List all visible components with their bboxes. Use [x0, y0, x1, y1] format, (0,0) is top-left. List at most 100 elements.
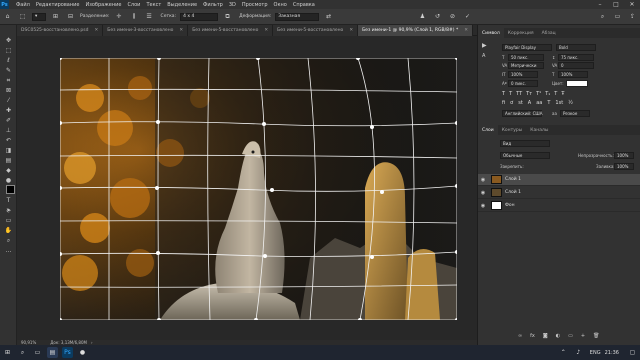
tab-close-icon[interactable]: ✕ [349, 28, 353, 33]
crop-tool-icon[interactable]: ⌗ [3, 76, 14, 85]
tracking-field[interactable]: 0 [558, 62, 594, 69]
trash-icon[interactable]: 🗑 [593, 333, 599, 339]
visibility-eye-icon[interactable]: ◉ [478, 177, 488, 183]
layer-filter-select[interactable]: Вид [500, 140, 550, 147]
fx-icon[interactable]: fx [530, 333, 535, 339]
menu-item-edit[interactable]: Редактирование [33, 2, 83, 8]
quick-mask-icon[interactable]: ◌ [3, 206, 14, 215]
start-icon[interactable]: ⊞ [2, 347, 13, 358]
close-icon[interactable]: ✕ [624, 0, 640, 9]
tab-document-3[interactable]: Без имени-5-восстановлено ✕ [188, 25, 274, 36]
tab-paragraph[interactable]: Абзац [538, 28, 560, 38]
titling-icon[interactable]: aa [536, 100, 542, 108]
all-caps-icon[interactable]: TT [516, 91, 522, 99]
tab-adjustments[interactable]: Коррекция [504, 28, 538, 38]
folder-icon[interactable]: ▭ [568, 333, 573, 339]
reset-warp-icon[interactable]: ↺ [432, 11, 443, 22]
share-icon[interactable]: ⇪ [627, 11, 638, 22]
adjustment-layer-icon[interactable]: ◐ [556, 333, 560, 339]
ordinals-icon[interactable]: T [547, 100, 550, 108]
grid-split-icon[interactable]: ⊞ [50, 11, 61, 22]
photoshop-taskbar-icon[interactable]: Ps [62, 347, 73, 358]
move-tool-icon[interactable]: ✥ [3, 36, 14, 45]
visibility-eye-icon[interactable]: ◉ [478, 203, 488, 209]
task-view-icon[interactable]: ▭ [32, 347, 43, 358]
menu-item-help[interactable]: Справка [290, 2, 318, 8]
new-layer-icon[interactable]: + [581, 333, 585, 339]
subscript-icon[interactable]: T₁ [545, 91, 550, 99]
tab-layers[interactable]: Слои [478, 125, 498, 135]
language-select[interactable]: Английский: США [502, 110, 542, 117]
split-vertical-icon[interactable]: ⫼ [129, 11, 140, 22]
volume-icon[interactable]: ♪ [573, 347, 584, 358]
kerning-field[interactable]: Метрически [508, 62, 544, 69]
minimize-icon[interactable]: – [592, 0, 608, 9]
history-brush-tool-icon[interactable]: ↶ [3, 136, 14, 145]
clock[interactable]: 21:36 [605, 350, 619, 356]
oldstyle-icon[interactable]: ơ [510, 100, 513, 108]
antialias-select[interactable]: Резкое [560, 110, 590, 117]
baseline-field[interactable]: 0 пикс. [508, 80, 538, 87]
layer-row[interactable]: ◉ Слой 1 [478, 187, 640, 199]
cancel-transform-icon[interactable]: ⊘ [447, 11, 458, 22]
link-layers-icon[interactable]: ∞ [518, 333, 522, 339]
quick-select-tool-icon[interactable]: ✎ [3, 66, 14, 75]
stack-icon[interactable]: ⧉ [222, 11, 233, 22]
tab-close-icon[interactable]: ✕ [464, 28, 468, 33]
blend-mode-select[interactable]: Обычные [500, 152, 550, 159]
workspace-icon[interactable]: ▭ [612, 11, 623, 22]
menu-item-window[interactable]: Окно [271, 2, 290, 8]
visibility-eye-icon[interactable]: ◉ [478, 190, 488, 196]
menu-item-image[interactable]: Изображение [82, 2, 124, 8]
rectangle-tool-icon[interactable]: ▭ [3, 216, 14, 225]
healing-brush-tool-icon[interactable]: ✚ [3, 106, 14, 115]
mask-icon[interactable]: ◙ [543, 333, 548, 339]
maximize-icon[interactable]: □ [608, 0, 624, 9]
notifications-icon[interactable]: ▢ [627, 347, 638, 358]
small-caps-icon[interactable]: Tт [526, 91, 532, 99]
leading-field[interactable]: 75 пикс. [558, 54, 594, 61]
half-icon[interactable]: ½ [568, 100, 573, 108]
hand-tool-icon[interactable]: ✋ [3, 226, 14, 235]
fractions-icon[interactable]: 1st [555, 100, 563, 108]
transform-tool-icon[interactable]: ⬚ [17, 11, 28, 22]
fill-field[interactable]: 100% [614, 163, 634, 170]
alternates-icon[interactable]: A [528, 100, 531, 108]
gradient-tool-icon[interactable]: ▤ [3, 156, 14, 165]
lasso-tool-icon[interactable]: ℓ [3, 56, 14, 65]
faux-italic-icon[interactable]: T [509, 91, 512, 99]
tray-icon[interactable]: ⌃ [558, 347, 569, 358]
menu-item-type[interactable]: Текст [143, 2, 164, 8]
search-icon[interactable]: ⌕ [597, 11, 608, 22]
search-icon[interactable]: ⌕ [17, 347, 28, 358]
browser-icon[interactable]: ● [77, 347, 88, 358]
blur-tool-icon[interactable]: ◆ [3, 166, 14, 175]
strikethrough-icon[interactable]: Ŧ [561, 91, 564, 99]
commit-transform-icon[interactable]: ✓ [462, 11, 473, 22]
tab-close-icon[interactable]: ✕ [264, 28, 268, 33]
language-indicator[interactable]: ENG [590, 350, 601, 356]
tab-document-1[interactable]: DSC0525-восстановлено.psd ✕ [17, 25, 104, 36]
eraser-tool-icon[interactable]: ◨ [3, 146, 14, 155]
layer-row[interactable]: ◉ Фон [478, 200, 640, 212]
type-tool-icon[interactable]: T [3, 196, 14, 205]
font-size-field[interactable]: 50 пикс. [508, 54, 544, 61]
vertical-scale-field[interactable]: 100% [508, 71, 538, 78]
reference-point-select[interactable]: ▾ [32, 12, 46, 21]
tab-close-icon[interactable]: ✕ [94, 28, 98, 33]
clone-stamp-tool-icon[interactable]: ⊥ [3, 126, 14, 135]
split-row-icon[interactable]: ☰ [144, 11, 155, 22]
grid-select[interactable]: 4 x 4 [180, 12, 219, 21]
swash-icon[interactable]: st [518, 100, 523, 108]
tab-close-icon[interactable]: ✕ [179, 28, 183, 33]
menu-item-filter[interactable]: Фильтр [200, 2, 226, 8]
warp-grid-overlay[interactable] [60, 58, 457, 320]
font-style-select[interactable]: Bold [556, 44, 596, 51]
more-tools-icon[interactable]: … [3, 246, 14, 255]
foreground-color-swatch[interactable] [6, 185, 15, 194]
tab-document-2[interactable]: Без имени-3-восстановлено ✕ [103, 25, 189, 36]
frame-tool-icon[interactable]: ⊠ [3, 86, 14, 95]
menu-item-view[interactable]: Просмотр [239, 2, 271, 8]
play-icon[interactable]: ▶ [482, 42, 488, 49]
tab-document-4[interactable]: Без имени-5-восстановлено ✕ [273, 25, 359, 36]
